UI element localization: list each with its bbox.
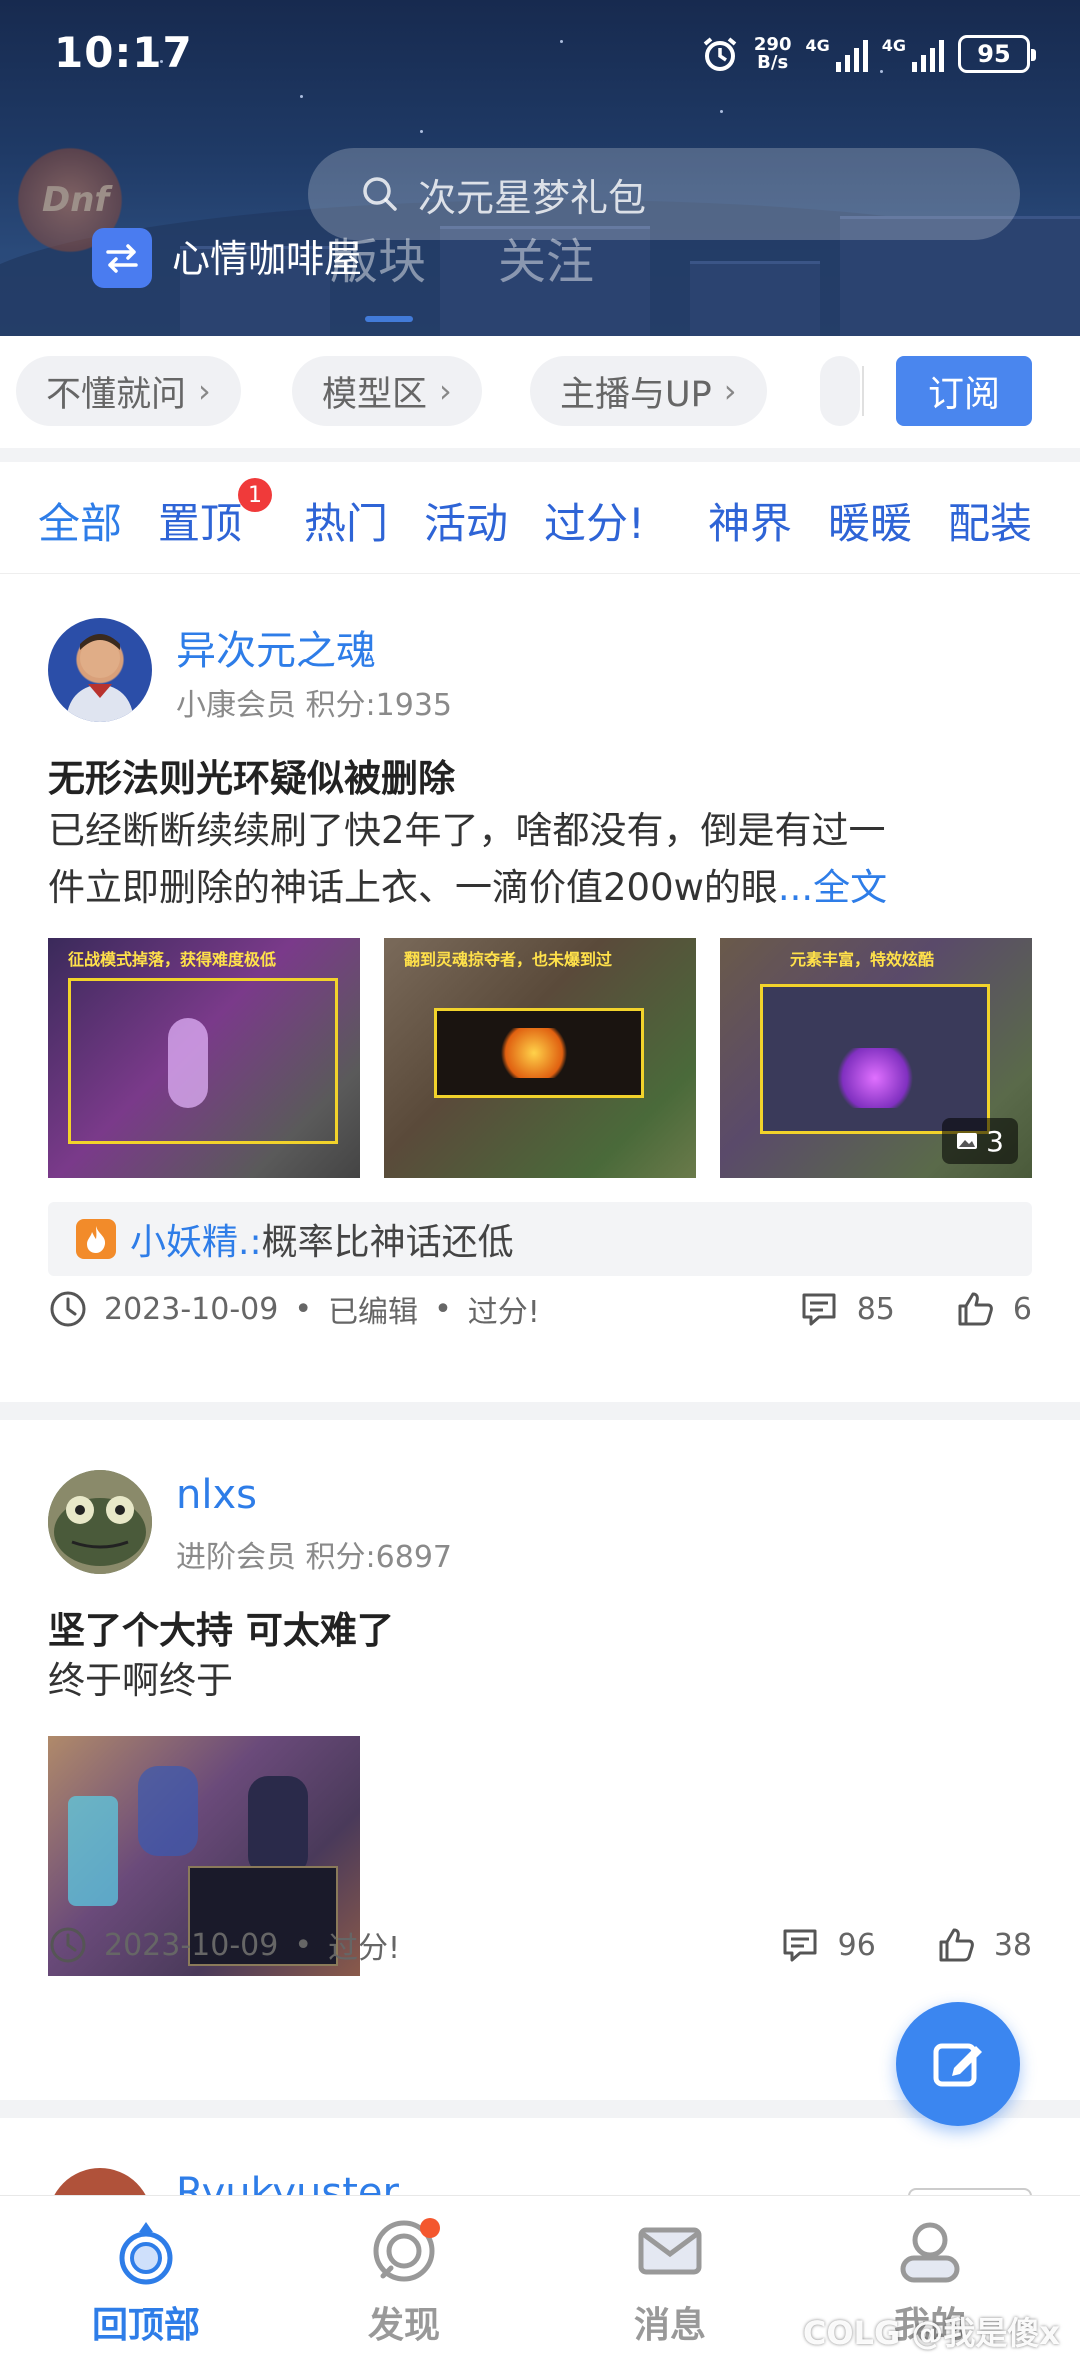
chevron-right-icon: › xyxy=(198,372,211,410)
read-more-link[interactable]: ...全文 xyxy=(778,866,887,909)
post-image[interactable]: 征战模式掉落，获得难度极低 xyxy=(48,938,360,1178)
nav-discover[interactable]: 发现 xyxy=(304,2216,504,2348)
comment-text: 概率比神话还低 xyxy=(261,1222,514,1263)
battery-icon: 95 xyxy=(958,35,1036,73)
tab-nuannuan[interactable]: 暖暖 xyxy=(828,490,912,551)
image-count-badge: 3 xyxy=(942,1118,1018,1164)
network-speed: 290 B/s xyxy=(753,34,792,73)
tab-outrageous[interactable]: 过分! xyxy=(544,490,645,551)
search-icon xyxy=(363,177,397,211)
post-body[interactable]: 终于啊终于 xyxy=(48,1652,233,1709)
mail-icon xyxy=(638,2227,702,2275)
search-placeholder: 次元星梦礼包 xyxy=(418,175,647,220)
post-body[interactable]: 已经断断续续刷了快2年了，啥都没有，倒是有过一 件立即删除的神话上衣、一滴价值2… xyxy=(48,802,1038,916)
category-chip-models[interactable]: 模型区 › xyxy=(292,356,482,426)
post-image[interactable]: 元素丰富，特效炫酷 3 xyxy=(720,938,1032,1178)
section-gap xyxy=(0,448,1080,462)
chevron-right-icon: › xyxy=(723,372,737,410)
status-bar: 10:17 290 B/s 4G 4G 95 xyxy=(0,0,1080,110)
category-chip-streamers[interactable]: 主播与UP › xyxy=(530,356,767,426)
swap-icon xyxy=(106,244,138,273)
avatar[interactable] xyxy=(48,2168,152,2198)
section-gap xyxy=(0,1402,1080,1420)
comment-icon[interactable] xyxy=(799,1289,839,1329)
image-icon xyxy=(957,1133,978,1149)
signal-icon: 4G xyxy=(805,36,868,72)
chevron-right-icon: › xyxy=(439,372,452,410)
post-title[interactable]: 无形法则光环疑似被删除 xyxy=(48,748,455,802)
comment-icon[interactable] xyxy=(780,1925,820,1965)
post-meta: 2023-10-09 • 已编辑 • 过分! 85 6 xyxy=(48,1284,1032,1334)
post-meta: 2023-10-09 • 过分! 96 38 xyxy=(48,1920,1032,1970)
tab-divine[interactable]: 神界 xyxy=(708,490,792,551)
like-count: 38 xyxy=(993,1927,1032,1963)
tab-following[interactable]: 关注 xyxy=(498,222,594,292)
notification-dot xyxy=(420,2218,440,2238)
username[interactable]: Ryukyuster xyxy=(176,2170,399,2198)
category-chip-ask[interactable]: 不懂就问 › xyxy=(16,356,241,426)
category-chip-more[interactable] xyxy=(820,356,860,426)
username[interactable]: 异次元之魂 xyxy=(176,618,376,676)
filter-tabs: 全部 置顶 热门 活动 过分! 神界 暖暖 配装 xyxy=(0,462,1080,574)
avatar[interactable] xyxy=(48,618,152,722)
hot-comment-preview[interactable]: 小妖精.: 概率比神话还低 xyxy=(48,1202,1032,1276)
post-date: 2023-10-09 xyxy=(104,1291,279,1327)
switch-forum-button[interactable] xyxy=(92,228,152,288)
edit-icon xyxy=(933,2043,982,2087)
avatar[interactable] xyxy=(48,1470,152,1574)
header-banner: 10:17 290 B/s 4G 4G 95 Dnf 次元星梦礼包 版块 关注 … xyxy=(0,0,1080,336)
like-count: 6 xyxy=(1012,1291,1032,1327)
divider xyxy=(862,366,864,416)
pinned-badge: 1 xyxy=(238,478,272,512)
comment-username[interactable]: 小妖精.: xyxy=(130,1213,262,1265)
post-title[interactable]: 坚了个大持 可太难了 xyxy=(48,1600,394,1654)
signal-icon-2: 4G xyxy=(882,36,944,72)
nav-messages[interactable]: 消息 xyxy=(570,2216,770,2348)
post-card[interactable]: 异次元之魂 小康会员 积分:1935 无形法则光环疑似被删除 已经断断续续刷了快… xyxy=(0,576,1080,1402)
like-icon[interactable] xyxy=(955,1289,995,1329)
forum-name[interactable]: 心情咖啡屋 xyxy=(172,228,362,283)
clock-icon xyxy=(50,1291,86,1327)
profile-icon xyxy=(900,2222,960,2283)
avatar-image xyxy=(48,1470,152,1574)
post-tag[interactable]: 过分! xyxy=(328,1923,400,1967)
post-image[interactable]: 翻到灵魂掠夺者，也未爆到过 xyxy=(384,938,696,1178)
comment-count: 96 xyxy=(837,1927,876,1963)
active-tab-indicator xyxy=(365,316,413,322)
fire-icon xyxy=(76,1219,116,1259)
post-card[interactable]: nlxs 进阶会员 积分:6897 坚了个大持 可太难了 终于啊终于 2023-… xyxy=(0,1420,1080,2100)
user-meta: 小康会员 积分:1935 xyxy=(176,688,453,723)
nav-back-to-top[interactable]: 回顶部 xyxy=(46,2216,246,2348)
compose-button[interactable] xyxy=(896,2002,1020,2126)
tab-builds[interactable]: 配装 xyxy=(948,490,1032,551)
clock-icon xyxy=(50,1927,86,1963)
avatar-image xyxy=(66,634,134,722)
subscribe-button[interactable]: 订阅 xyxy=(896,356,1032,426)
watermark: COLG @我是傻x xyxy=(802,2314,1060,2352)
category-row: 不懂就问 › 模型区 › 主播与UP › 订阅 xyxy=(0,336,1080,448)
post-date: 2023-10-09 xyxy=(104,1927,279,1963)
tab-hot[interactable]: 热门 xyxy=(304,490,388,551)
post-tag[interactable]: 过分! xyxy=(468,1287,540,1331)
edited-label: 已编辑 xyxy=(328,1295,419,1330)
tab-all[interactable]: 全部 xyxy=(38,490,122,551)
alarm-icon xyxy=(703,37,737,71)
tab-events[interactable]: 活动 xyxy=(424,490,508,551)
comment-count: 85 xyxy=(856,1291,895,1327)
post-card[interactable]: Ryukyuster xyxy=(0,2118,1080,2198)
tab-pinned[interactable]: 置顶 xyxy=(158,490,242,551)
back-to-top-icon xyxy=(119,2222,173,2285)
clock: 10:17 xyxy=(54,28,193,77)
username[interactable]: nlxs xyxy=(176,1472,257,1518)
like-icon[interactable] xyxy=(936,1925,976,1965)
user-meta: 进阶会员 积分:6897 xyxy=(176,1540,453,1575)
screen: 10:17 290 B/s 4G 4G 95 Dnf 次元星梦礼包 版块 关注 … xyxy=(0,0,1080,2375)
